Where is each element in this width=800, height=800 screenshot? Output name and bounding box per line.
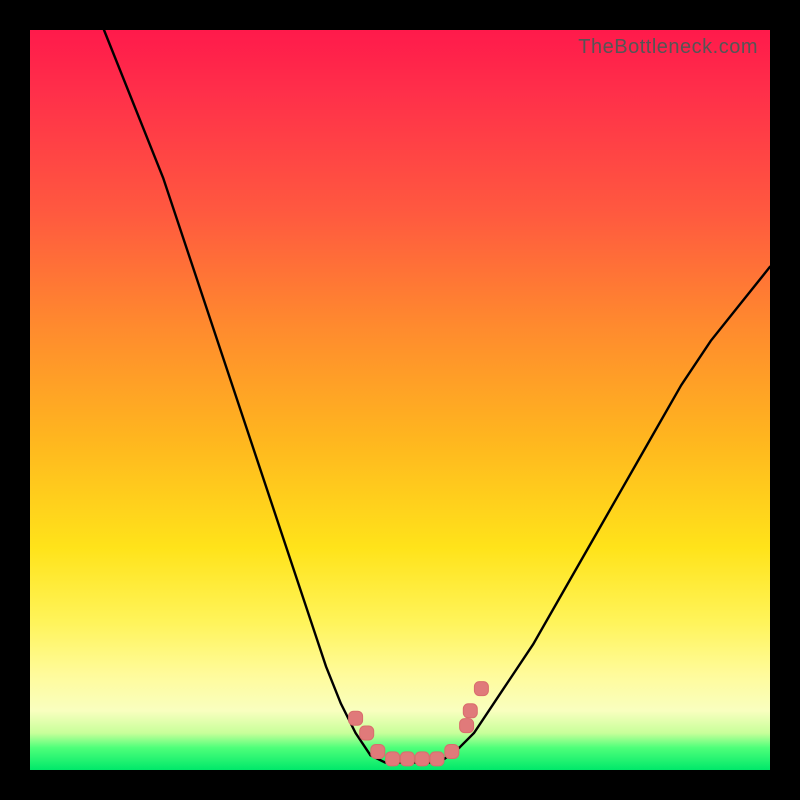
left-branch-line (104, 30, 370, 755)
chart-frame: TheBottleneck.com (0, 0, 800, 800)
chart-plot-area: TheBottleneck.com (30, 30, 770, 770)
chart-svg (30, 30, 770, 770)
right-branch-line (459, 267, 770, 748)
